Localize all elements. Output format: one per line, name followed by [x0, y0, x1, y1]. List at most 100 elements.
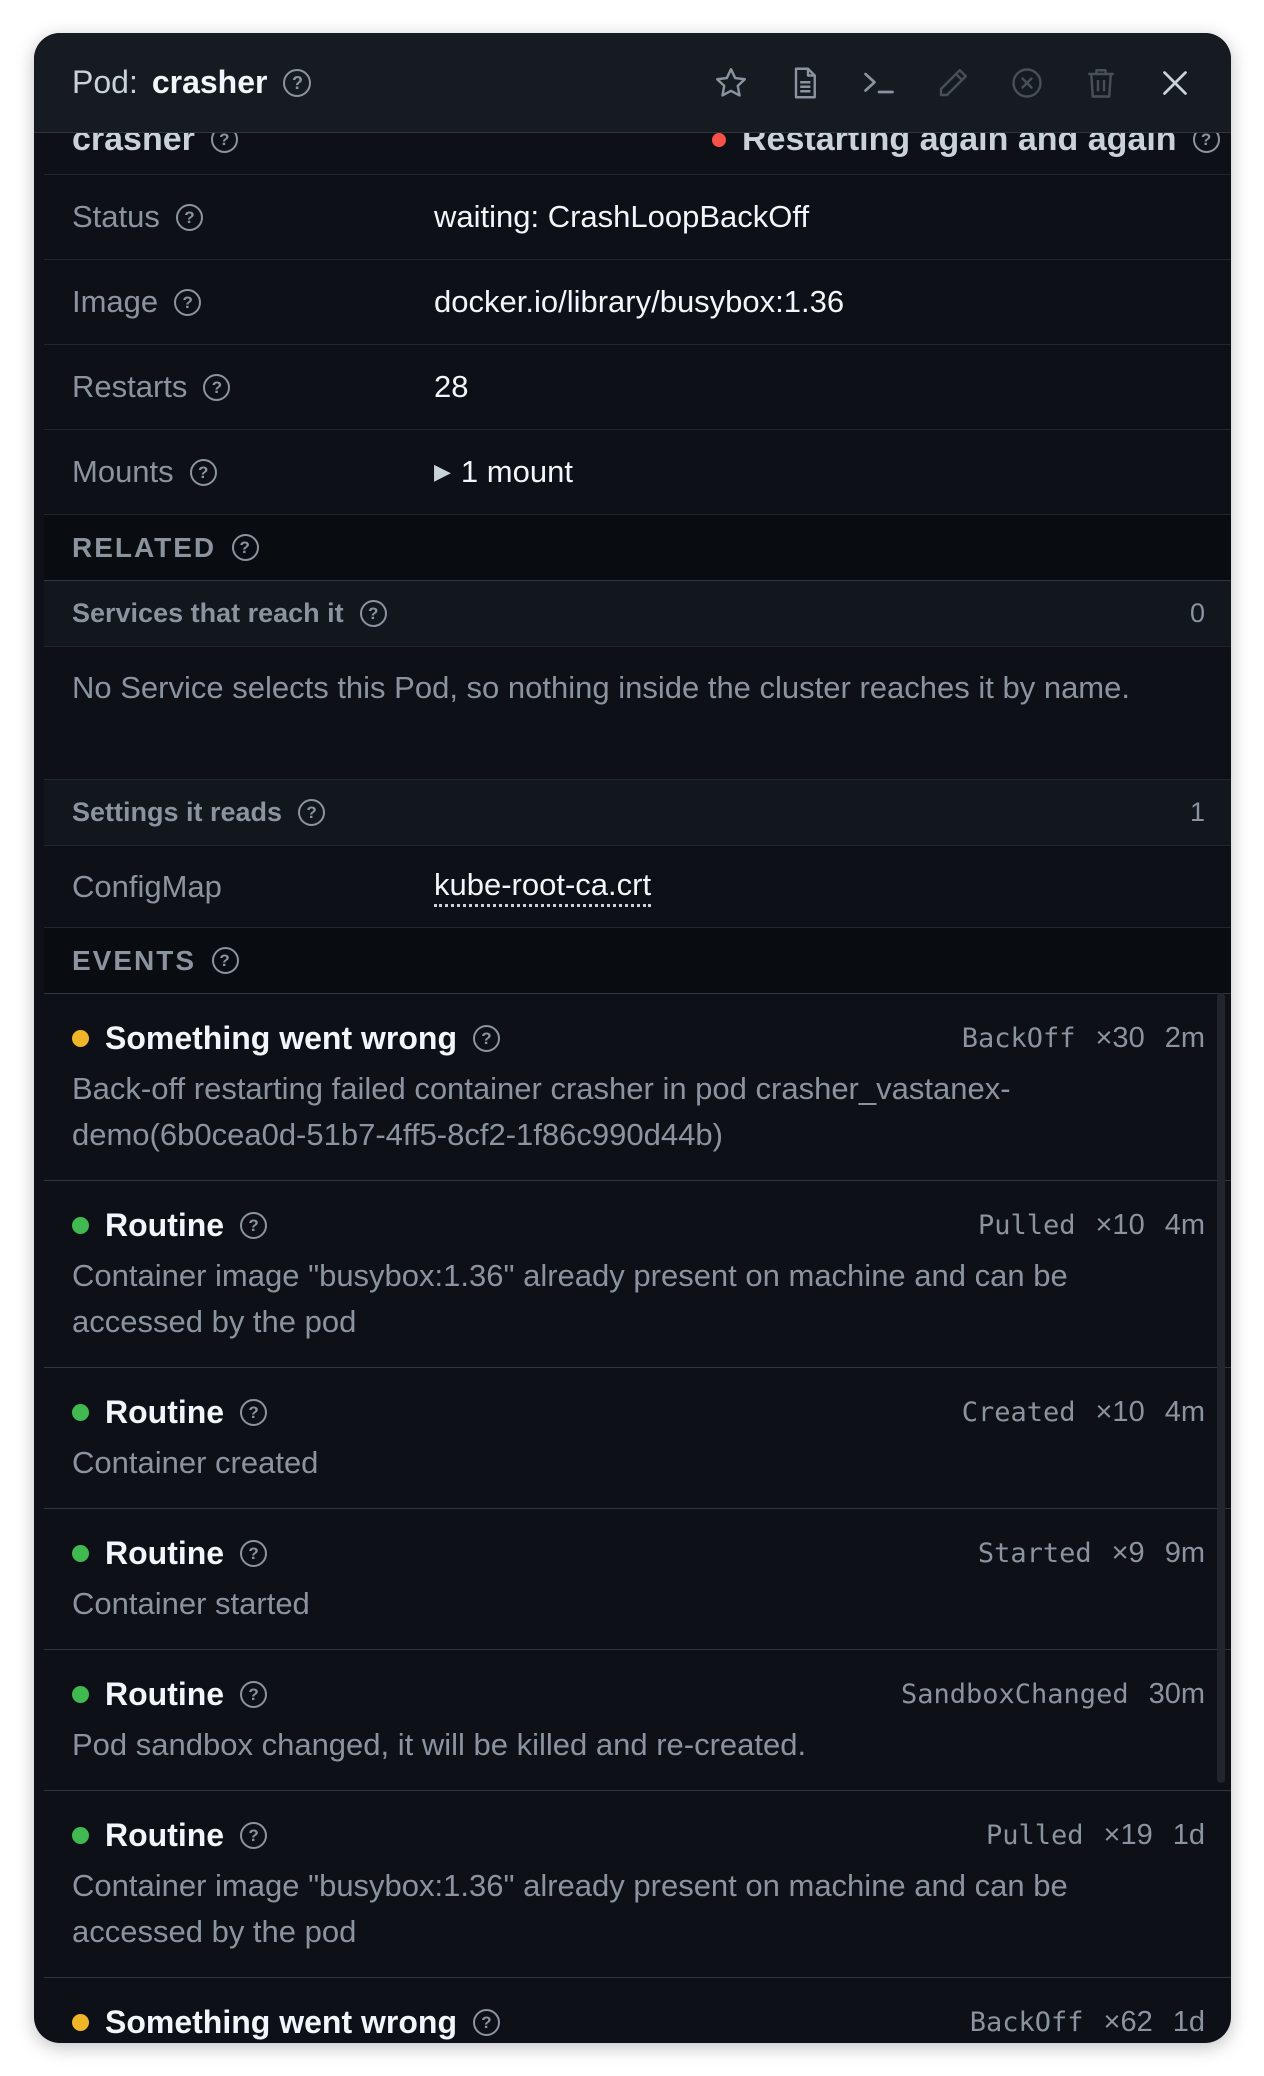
warning-status-dot: [72, 2013, 89, 2031]
status-label: Status: [72, 199, 160, 234]
normal-status-dot: [72, 1216, 89, 1234]
warning-status-dot: [72, 1029, 89, 1047]
event-age: 30m: [1148, 1677, 1205, 1710]
edit-button[interactable]: [935, 65, 971, 101]
panel-header: Pod: crasher ?: [34, 33, 1231, 133]
resource-kind: Pod:: [72, 64, 138, 100]
image-value: docker.io/library/busybox:1.36: [434, 284, 845, 319]
close-icon: [1163, 70, 1187, 95]
event-title: Routine: [105, 1534, 225, 1571]
related-title: RELATED: [72, 531, 217, 563]
event-item: Routine ? Pulled ×10 4m Container image "b…: [44, 1181, 1231, 1368]
event-reason: SandboxChanged: [901, 1678, 1129, 1710]
event-count: ×19: [1103, 1818, 1153, 1851]
event-item: Routine ? Created ×10 4m Container created: [44, 1368, 1231, 1509]
event-age: 2m: [1164, 1021, 1205, 1054]
event-count: ×9: [1111, 1536, 1145, 1569]
terminal-icon: [864, 72, 894, 93]
panel-title: Pod: crasher ?: [72, 64, 312, 101]
help-icon[interactable]: ?: [472, 1024, 500, 1052]
event-message: Pod sandbox changed, it will be killed a…: [72, 1727, 807, 1762]
event-reason: Created: [961, 1396, 1076, 1428]
event-item: Something went wrong ? BackOff ×30 2m Back…: [44, 994, 1231, 1181]
event-age: 4m: [1164, 1208, 1205, 1241]
help-icon[interactable]: ?: [175, 203, 203, 231]
help-icon[interactable]: ?: [298, 799, 326, 826]
event-title: Routine: [105, 1206, 225, 1243]
event-age: 4m: [1164, 1395, 1205, 1428]
toolbar: [713, 65, 1193, 101]
event-reason: BackOff: [961, 1022, 1076, 1054]
stop-button[interactable]: [1009, 65, 1045, 101]
panel-body[interactable]: crasher ? Restarting again and again ? S…: [44, 133, 1231, 2043]
delete-button[interactable]: [1083, 65, 1119, 101]
event-age: 1d: [1172, 2005, 1205, 2038]
pod-detail-panel: Pod: crasher ? crasher ? Restarting agai…: [34, 33, 1231, 2043]
container-state-label: Restarting again and again: [742, 133, 1177, 158]
resource-name: crasher: [151, 64, 268, 100]
exec-shell-button[interactable]: [861, 65, 897, 101]
related-section-header: RELATED ?: [44, 515, 1231, 581]
event-message: Back-off restarting failed container cra…: [72, 1071, 1011, 1152]
configmap-label: ConfigMap: [72, 868, 222, 904]
document-icon: [794, 67, 816, 98]
help-icon[interactable]: ?: [212, 947, 240, 974]
help-icon[interactable]: ?: [359, 600, 387, 627]
star-icon: [716, 67, 746, 97]
help-icon[interactable]: ?: [283, 68, 312, 97]
event-title: Something went wrong: [105, 2003, 457, 2040]
event-reason: Started: [977, 1537, 1092, 1569]
help-icon[interactable]: ?: [203, 373, 231, 401]
services-count: 0: [1189, 598, 1205, 628]
event-reason: Pulled: [985, 1819, 1084, 1851]
help-icon[interactable]: ?: [232, 534, 260, 561]
field-label: Mounts?: [44, 454, 434, 490]
event-age: 9m: [1164, 1536, 1205, 1569]
field-label: Image?: [44, 284, 434, 320]
configmap-link[interactable]: kube-root-ca.crt: [434, 867, 652, 907]
help-icon[interactable]: ?: [472, 2008, 500, 2036]
services-subheader: Services that reach it ? 0: [44, 581, 1231, 647]
event-title: Routine: [105, 1816, 225, 1853]
close-button[interactable]: [1157, 65, 1193, 101]
event-reason: Pulled: [977, 1209, 1076, 1241]
mounts-row: Mounts? ▶ 1 mount: [44, 430, 1231, 515]
normal-status-dot: [72, 1544, 89, 1562]
events-title: EVENTS: [72, 944, 197, 976]
mounts-value: 1 mount: [460, 454, 573, 489]
event-message: Container started: [72, 1586, 310, 1621]
event-message: Container created: [72, 1445, 319, 1480]
event-count: ×10: [1095, 1208, 1145, 1241]
normal-status-dot: [72, 1403, 89, 1421]
field-label: Status?: [44, 199, 434, 235]
trash-icon: [1088, 68, 1114, 98]
help-icon[interactable]: ?: [174, 288, 202, 316]
scrollbar[interactable]: [1217, 993, 1225, 1783]
event-reason: BackOff: [969, 2006, 1084, 2038]
stop-circle-icon: [1012, 67, 1042, 98]
event-count: ×62: [1103, 2005, 1153, 2038]
event-item: Something went wrong ? BackOff ×62 1d: [44, 1978, 1231, 2043]
help-icon[interactable]: ?: [240, 1539, 268, 1567]
help-icon[interactable]: ?: [1192, 133, 1220, 153]
normal-status-dot: [72, 1826, 89, 1844]
event-title: Routine: [105, 1393, 225, 1430]
help-icon[interactable]: ?: [240, 1821, 268, 1849]
help-icon[interactable]: ?: [240, 1680, 268, 1708]
favorite-button[interactable]: [713, 65, 749, 101]
restarts-value: 28: [434, 369, 469, 404]
help-icon[interactable]: ?: [210, 133, 238, 153]
services-empty-message: No Service selects this Pod, so nothing …: [44, 647, 1231, 780]
event-item: Routine ? Started ×9 9m Container started: [44, 1509, 1231, 1650]
mounts-label: Mounts: [72, 454, 174, 489]
settings-label: Settings it reads: [72, 797, 283, 827]
help-icon[interactable]: ?: [240, 1211, 268, 1239]
events-section-header: EVENTS ?: [44, 928, 1231, 994]
container-state: Restarting again and again ?: [712, 133, 1220, 159]
help-icon[interactable]: ?: [240, 1398, 268, 1426]
view-yaml-button[interactable]: [787, 65, 823, 101]
event-item: Routine ? Pulled ×19 1d Container image "b…: [44, 1791, 1231, 1978]
mounts-toggle[interactable]: ▶ 1 mount: [434, 454, 573, 490]
help-icon[interactable]: ?: [189, 458, 217, 486]
configmap-row: ConfigMap kube-root-ca.crt: [44, 846, 1231, 928]
